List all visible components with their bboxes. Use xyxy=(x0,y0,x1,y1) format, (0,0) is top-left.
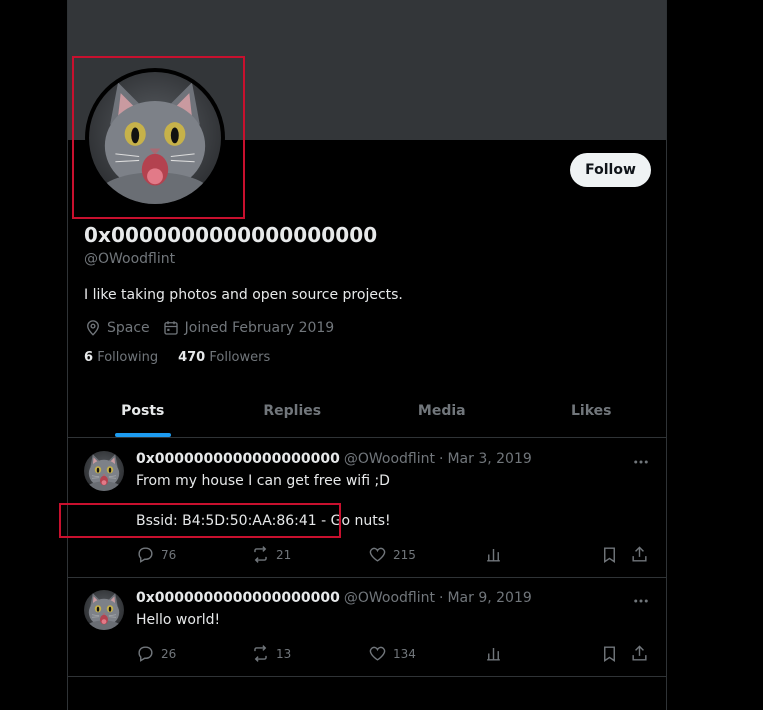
analytics-icon xyxy=(487,647,500,661)
tab-replies[interactable]: Replies xyxy=(218,385,368,437)
profile-display-name: 0x0000000000000000000 xyxy=(84,223,378,247)
post-author-handle[interactable]: @OWoodflint xyxy=(344,590,435,606)
post-author-handle[interactable]: @OWoodflint xyxy=(344,451,435,467)
post-text-line: Hello world! xyxy=(136,612,221,628)
avatar-highlight-box xyxy=(72,56,245,219)
profile-joined: Joined February 2019 xyxy=(162,319,335,337)
like-count: 215 xyxy=(393,547,416,562)
profile-handle: @OWoodflint xyxy=(84,251,176,267)
following-count: 6 xyxy=(84,350,94,365)
post-header: 0x0000000000000000000 @OWoodflint · Mar … xyxy=(136,451,532,467)
post-actions: 26 13 134 xyxy=(136,644,652,664)
post-actions: 76 21 215 xyxy=(136,545,652,565)
bookmark-icon xyxy=(604,547,615,563)
analytics-icon xyxy=(487,548,500,562)
calendar-icon xyxy=(163,321,178,335)
post-separator: · xyxy=(439,451,444,467)
views-button[interactable] xyxy=(484,644,509,663)
post-date[interactable]: Mar 3, 2019 xyxy=(447,451,531,467)
post-header: 0x0000000000000000000 @OWoodflint · Mar … xyxy=(136,590,532,606)
profile-counts: 6 Following 470 Followers xyxy=(84,350,290,365)
share-button[interactable] xyxy=(630,644,655,663)
bookmark-button[interactable] xyxy=(600,545,625,564)
like-button[interactable]: 215 xyxy=(368,545,416,564)
tab-replies-label: Replies xyxy=(263,403,322,419)
following-link[interactable]: 6 Following xyxy=(84,350,158,365)
more-icon[interactable] xyxy=(632,453,650,471)
like-count: 134 xyxy=(393,646,416,661)
tab-likes[interactable]: Likes xyxy=(517,385,667,437)
repost-count: 21 xyxy=(276,547,292,562)
reply-count: 76 xyxy=(161,547,177,562)
repost-count: 13 xyxy=(276,646,292,661)
reply-button[interactable]: 76 xyxy=(136,545,176,564)
tab-media[interactable]: Media xyxy=(367,385,517,437)
repost-icon xyxy=(254,546,267,563)
post-author-name[interactable]: 0x0000000000000000000 xyxy=(136,451,340,467)
followers-label: Followers xyxy=(209,350,271,365)
heart-icon xyxy=(369,547,386,562)
profile-location-text: Space xyxy=(107,320,150,336)
repost-button[interactable]: 13 xyxy=(251,644,291,663)
following-label: Following xyxy=(97,350,159,365)
post-date[interactable]: Mar 9, 2019 xyxy=(447,590,531,606)
reply-button[interactable]: 26 xyxy=(136,644,176,663)
post-avatar[interactable] xyxy=(84,451,124,491)
like-button[interactable]: 134 xyxy=(368,644,416,663)
location-pin-icon xyxy=(87,320,99,336)
tab-likes-label: Likes xyxy=(571,403,612,419)
profile-tabs: Posts Replies Media Likes xyxy=(68,385,666,438)
bookmark-icon xyxy=(604,646,615,662)
share-icon xyxy=(632,645,647,661)
follow-button[interactable]: Follow xyxy=(570,153,651,187)
profile-joined-text: Joined February 2019 xyxy=(184,320,335,336)
share-icon xyxy=(632,546,647,562)
post-author-name[interactable]: 0x0000000000000000000 xyxy=(136,590,340,606)
post[interactable]: 0x0000000000000000000 @OWoodflint · Mar … xyxy=(68,578,666,677)
post-avatar[interactable] xyxy=(84,590,124,630)
profile-meta: Space Joined February 2019 xyxy=(84,319,346,337)
reply-icon xyxy=(138,646,153,662)
bookmark-button[interactable] xyxy=(600,644,625,663)
reply-icon xyxy=(138,547,153,563)
views-button[interactable] xyxy=(484,545,509,564)
tab-media-label: Media xyxy=(417,403,466,419)
ssid-highlight-box xyxy=(59,503,341,538)
followers-link[interactable]: 470 Followers xyxy=(178,350,270,365)
post-text-line: From my house I can get free wifi ;D xyxy=(136,473,390,489)
share-button[interactable] xyxy=(630,545,655,564)
post-separator: · xyxy=(439,590,444,606)
profile-bio: I like taking photos and open source pro… xyxy=(84,287,403,303)
repost-button[interactable]: 21 xyxy=(251,545,291,564)
tab-posts[interactable]: Posts xyxy=(68,385,218,437)
tab-posts-label: Posts xyxy=(121,403,165,419)
repost-icon xyxy=(254,645,267,662)
reply-count: 26 xyxy=(161,646,177,661)
profile-location: Space xyxy=(84,319,150,337)
active-tab-indicator xyxy=(114,433,171,437)
followers-count: 470 xyxy=(178,350,206,365)
heart-icon xyxy=(369,646,386,661)
more-icon[interactable] xyxy=(632,592,650,610)
profile-column: Follow 0x0000000000000000000 @OWoodflint… xyxy=(67,0,667,710)
